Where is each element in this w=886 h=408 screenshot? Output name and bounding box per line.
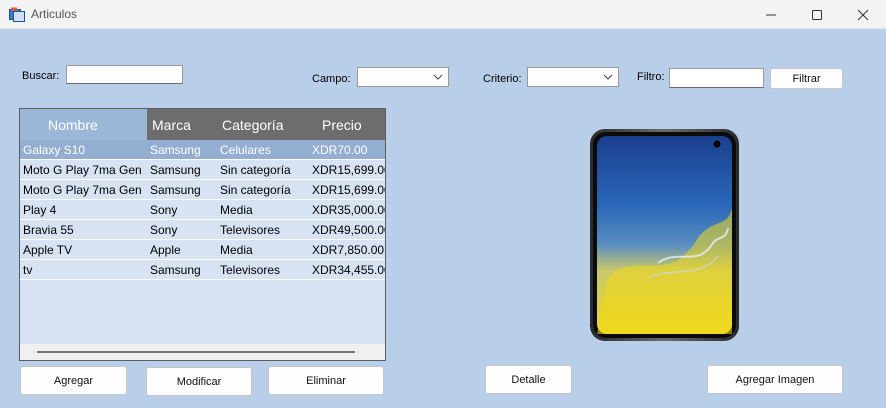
cell-marca: Sony	[150, 203, 178, 217]
column-header-nombre[interactable]: Nombre	[20, 109, 147, 140]
cell-nombre: Apple TV	[23, 243, 73, 257]
scrollbar-thumb[interactable]	[37, 351, 355, 353]
cell-marca: Sony	[150, 223, 178, 237]
filtro-label: Filtro:	[637, 71, 665, 83]
cell-precio: XDR35,000.00	[312, 203, 385, 217]
product-image	[590, 129, 739, 341]
articulos-grid[interactable]: Nombre Marca Categoría Precio Galaxy S10…	[19, 108, 386, 361]
campo-select[interactable]	[357, 67, 449, 87]
cell-precio: XDR70.00	[312, 143, 368, 157]
cell-nombre: Bravia 55	[23, 223, 74, 237]
chevron-down-icon	[433, 74, 443, 80]
cell-categoria: Media	[220, 243, 253, 257]
table-row[interactable]: Galaxy S10 Samsung Celulares XDR70.00	[20, 140, 385, 160]
cell-marca: Samsung	[150, 163, 201, 177]
cell-categoria: Televisores	[220, 223, 281, 237]
cell-nombre: tv	[23, 263, 33, 277]
agregar-button[interactable]: Agregar	[20, 366, 127, 395]
buscar-input[interactable]	[66, 65, 183, 84]
criterio-label: Criterio:	[483, 73, 522, 85]
app-window-icon	[9, 7, 25, 22]
minimize-icon	[766, 14, 776, 15]
title-bar: Articulos	[0, 0, 886, 29]
cell-marca: Apple	[150, 243, 181, 257]
horizontal-scrollbar[interactable]	[20, 344, 385, 360]
cell-precio: XDR15,699.00	[312, 163, 385, 177]
filtro-input[interactable]	[669, 68, 764, 88]
cell-precio: XDR34,455.00	[312, 263, 385, 277]
close-icon	[857, 9, 869, 20]
chevron-down-icon	[603, 74, 613, 80]
cell-precio: XDR49,500.00	[312, 223, 385, 237]
cell-nombre: Moto G Play 7ma Gen	[23, 183, 142, 197]
criterio-select[interactable]	[527, 67, 619, 87]
cell-nombre: Play 4	[23, 203, 57, 217]
cell-categoria: Sin categoría	[220, 163, 291, 177]
cell-precio: XDR7,850.00	[312, 243, 385, 257]
filtrar-button[interactable]: Filtrar	[770, 68, 843, 89]
cell-marca: Samsung	[150, 263, 201, 277]
table-row[interactable]: Bravia 55 Sony Televisores XDR49,500.00	[20, 220, 385, 240]
cell-categoria: Sin categoría	[220, 183, 291, 197]
detalle-button[interactable]: Detalle	[485, 365, 572, 394]
table-row[interactable]: tv Samsung Televisores XDR34,455.00	[20, 260, 385, 280]
eliminar-button[interactable]: Eliminar	[268, 366, 384, 395]
close-button[interactable]	[840, 0, 886, 29]
maximize-icon	[812, 9, 822, 20]
column-header-precio[interactable]: Precio	[307, 109, 385, 140]
cell-precio: XDR15,699.00	[312, 183, 385, 197]
grid-header: Nombre Marca Categoría Precio	[20, 109, 385, 140]
column-header-marca[interactable]: Marca	[147, 109, 217, 140]
maximize-button[interactable]	[794, 0, 840, 29]
campo-label: Campo:	[312, 73, 351, 85]
minimize-button[interactable]	[748, 0, 794, 29]
cell-marca: Samsung	[150, 183, 201, 197]
cell-nombre: Galaxy S10	[23, 143, 86, 157]
cell-nombre: Moto G Play 7ma Gen	[23, 163, 142, 177]
table-row[interactable]: Play 4 Sony Media XDR35,000.00	[20, 200, 385, 220]
agregar-imagen-button[interactable]: Agregar Imagen	[707, 365, 843, 394]
modificar-button[interactable]: Modificar	[146, 367, 252, 396]
cell-categoria: Media	[220, 203, 253, 217]
column-header-categoria[interactable]: Categoría	[217, 109, 307, 140]
table-row[interactable]: Apple TV Apple Media XDR7,850.00	[20, 240, 385, 260]
cell-categoria: Televisores	[220, 263, 281, 277]
cell-categoria: Celulares	[220, 143, 271, 157]
table-row[interactable]: Moto G Play 7ma Gen Samsung Sin categorí…	[20, 160, 385, 180]
buscar-label: Buscar:	[22, 70, 60, 82]
table-row[interactable]: Moto G Play 7ma Gen Samsung Sin categorí…	[20, 180, 385, 200]
window-title: Articulos	[31, 7, 78, 21]
cell-marca: Samsung	[150, 143, 201, 157]
